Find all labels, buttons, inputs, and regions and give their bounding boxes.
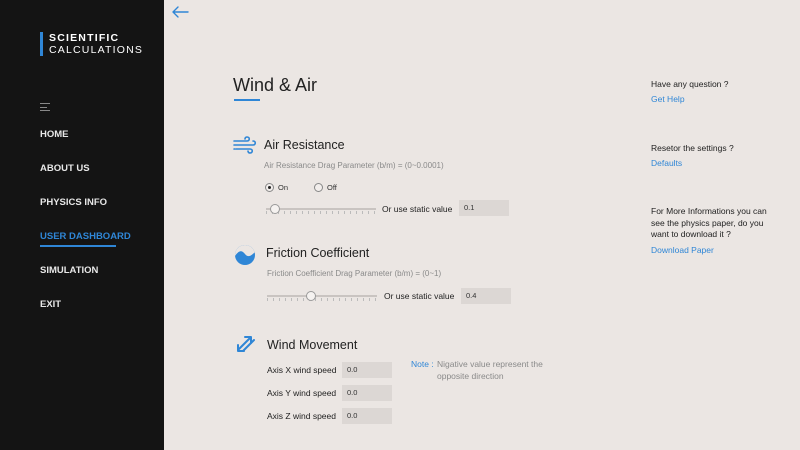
axis-y-input[interactable] [342,385,392,401]
back-arrow-icon[interactable] [170,4,190,20]
axis-z-label: Axis Z wind speed [267,411,336,421]
help-question: Have any question ? [651,79,729,89]
slider-track [267,295,377,297]
wind-icon [233,136,257,158]
sidebar: SCIENTIFIC CALCULATIONS HOME ABOUT US PH… [0,0,164,450]
download-paper-link[interactable]: Download Paper [651,245,714,255]
air-static-value-input[interactable] [459,200,509,216]
sidebar-item-user-dashboard[interactable]: USER DASHBOARD [40,230,131,264]
sidebar-item-exit[interactable]: EXIT [40,298,131,332]
sidebar-nav: HOME ABOUT US PHYSICS INFO USER DASHBOAR… [40,128,131,332]
title-underline [234,99,260,101]
defaults-link[interactable]: Defaults [651,158,682,168]
swap-arrows-icon [235,333,257,355]
paper-question: For More Informations you can see the ph… [651,206,767,239]
radio-on-dot [265,183,274,192]
axis-z-input[interactable] [342,408,392,424]
sidebar-item-simulation[interactable]: SIMULATION [40,264,131,298]
sidebar-item-label: SIMULATION [40,265,99,276]
slider-ticks [266,211,376,214]
axis-x-input[interactable] [342,362,392,378]
page-title: Wind & Air [233,75,318,95]
radio-off[interactable]: Off [314,183,337,192]
slider-track [266,208,376,210]
friction-static-value-input[interactable] [461,288,511,304]
sidebar-item-physics-info[interactable]: PHYSICS INFO [40,196,131,230]
air-resistance-subtitle: Air Resistance Drag Parameter (b/m) = (0… [264,161,444,170]
wave-circle-icon [234,244,256,266]
brand-line-1: SCIENTIFIC [49,32,120,44]
friction-subtitle: Friction Coefficient Drag Parameter (b/m… [267,269,442,278]
radio-on-label: On [278,183,289,192]
get-help-link[interactable]: Get Help [651,94,685,104]
air-resistance-slider[interactable] [266,204,376,214]
sidebar-item-label: USER DASHBOARD [40,231,131,242]
active-underline [40,245,116,247]
sidebar-item-label: EXIT [40,299,62,310]
note-label: Note : [411,359,434,369]
sidebar-item-label: PHYSICS INFO [40,197,108,208]
sidebar-item-label: ABOUT US [40,163,90,174]
friction-slider[interactable] [267,291,377,301]
note-text: Nigative value represent the opposite di… [437,359,543,381]
radio-on[interactable]: On [265,183,288,192]
reset-question: Resetor the settings ? [651,143,734,153]
friction-title: Friction Coefficient [266,246,370,260]
brand-line-2: CALCULATIONS [49,44,144,56]
friction-static-label: Or use static value [384,291,455,301]
slider-thumb[interactable] [269,204,280,214]
brand-logo: SCIENTIFIC CALCULATIONS [40,32,143,56]
slider-ticks [267,298,377,301]
sidebar-item-label: HOME [40,129,69,140]
sidebar-item-home[interactable]: HOME [40,128,131,162]
slider-thumb[interactable] [306,291,316,301]
radio-off-label: Off [327,183,337,192]
radio-off-dot [314,183,323,192]
air-static-label: Or use static value [382,204,453,214]
sidebar-item-about-us[interactable]: ABOUT US [40,162,131,196]
axis-y-label: Axis Y wind speed [267,388,337,398]
wind-movement-title: Wind Movement [267,338,358,352]
air-resistance-title: Air Resistance [264,138,345,152]
hamburger-icon[interactable] [40,103,50,111]
axis-x-label: Axis X wind speed [267,365,337,375]
